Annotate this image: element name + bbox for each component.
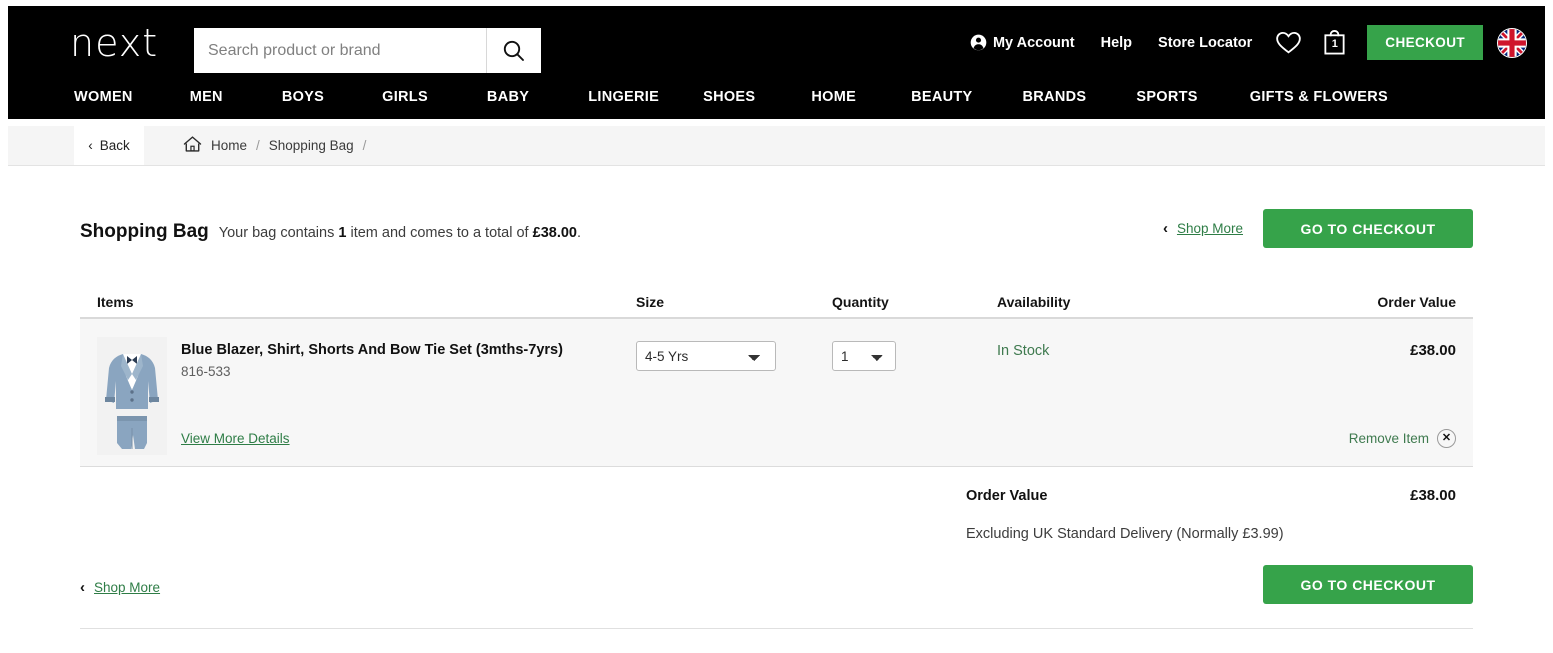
nav-item-girls[interactable]: GIRLS bbox=[382, 83, 428, 111]
nav-item-beauty[interactable]: BEAUTY bbox=[911, 83, 972, 111]
header-checkout-button[interactable]: CHECKOUT bbox=[1367, 25, 1483, 60]
header-top-bar: next Search product or brand My Account … bbox=[8, 6, 1545, 74]
product-cell: Blue Blazer, Shirt, Shorts And Bow Tie S… bbox=[80, 337, 636, 466]
column-header-items: Items bbox=[97, 293, 134, 310]
nav-item-gifts-and-flowers[interactable]: GIFTS & FLOWERS bbox=[1250, 83, 1388, 111]
table-header-row: Items Size Quantity Availability Order V… bbox=[80, 286, 1473, 319]
order-value-row: Order Value £38.00 bbox=[80, 487, 1473, 504]
shopping-bag-button[interactable]: 1 bbox=[1312, 29, 1357, 56]
nav-item-baby[interactable]: BABY bbox=[487, 83, 529, 111]
item-price: £38.00 bbox=[1410, 342, 1456, 359]
bag-summary-prefix: Your bag contains bbox=[218, 225, 339, 241]
bag-header-actions: ‹ Shop More GO TO CHECKOUT bbox=[1163, 209, 1473, 248]
site-header: next Search product or brand My Account … bbox=[8, 6, 1545, 119]
quantity-select[interactable]: 12345 bbox=[832, 341, 896, 371]
chevron-left-icon: ‹ bbox=[1162, 220, 1168, 237]
main-nav: WOMEN MEN BOYS GIRLS BABY LINGERIE SHOES… bbox=[8, 74, 1545, 119]
product-name[interactable]: Blue Blazer, Shirt, Shorts And Bow Tie S… bbox=[181, 341, 636, 360]
column-header-order-value: Order Value bbox=[1377, 293, 1456, 310]
shop-more-link-top[interactable]: ‹ Shop More bbox=[1163, 220, 1243, 237]
nav-item-home[interactable]: HOME bbox=[811, 83, 856, 111]
nav-item-men[interactable]: MEN bbox=[190, 83, 223, 111]
remove-item-button[interactable]: Remove Item ✕ bbox=[1349, 429, 1456, 448]
nav-item-shoes[interactable]: SHOES bbox=[703, 83, 755, 111]
remove-item-label: Remove Item bbox=[1348, 431, 1429, 446]
back-label: Back bbox=[99, 138, 130, 153]
chevron-left-icon: ‹ bbox=[80, 579, 85, 596]
shopping-bag-icon bbox=[1324, 30, 1345, 55]
breadcrumb-item-home[interactable]: Home bbox=[211, 138, 247, 153]
breadcrumb: Home / Shopping Bag / bbox=[183, 126, 366, 165]
wishlist-button[interactable] bbox=[1265, 30, 1312, 55]
product-code: 816-533 bbox=[181, 363, 231, 379]
order-value-label: Order Value bbox=[966, 488, 1048, 504]
back-button[interactable]: ‹ Back bbox=[74, 126, 144, 165]
uk-flag-icon bbox=[1498, 28, 1526, 57]
column-header-availability: Availability bbox=[997, 293, 1071, 310]
heart-icon bbox=[1276, 31, 1302, 54]
help-link[interactable]: Help bbox=[1088, 27, 1145, 59]
bag-footer-actions: ‹ Shop More GO TO CHECKOUT bbox=[80, 565, 1473, 604]
next-logo[interactable]: next bbox=[70, 24, 158, 62]
my-account-label: My Account bbox=[992, 34, 1075, 51]
nav-item-lingerie[interactable]: LINGERIE bbox=[588, 83, 659, 111]
shop-more-label: Shop More bbox=[94, 580, 161, 595]
footer-divider bbox=[80, 628, 1473, 629]
bag-summary-total: £38.00 bbox=[532, 225, 577, 241]
bag-summary-middle: item and comes to a total of bbox=[346, 225, 533, 241]
my-account-link[interactable]: My Account bbox=[957, 27, 1088, 59]
breadcrumb-separator-1: / bbox=[256, 138, 260, 153]
column-header-size: Size bbox=[636, 293, 665, 310]
bag-heading: Shopping Bag Your bag contains 1 item an… bbox=[80, 221, 581, 243]
page-root: next Search product or brand My Account … bbox=[0, 0, 1553, 653]
table-row: Blue Blazer, Shirt, Shorts And Bow Tie S… bbox=[80, 319, 1473, 467]
nav-item-sports[interactable]: SPORTS bbox=[1136, 83, 1197, 111]
store-locator-link[interactable]: Store Locator bbox=[1145, 27, 1265, 59]
order-value-amount: £38.00 bbox=[1410, 487, 1456, 504]
breadcrumb-bar: ‹ Back Home / Shopping Bag / bbox=[8, 126, 1545, 166]
search-bar bbox=[194, 28, 541, 73]
bag-summary-suffix: . bbox=[576, 225, 582, 241]
chevron-left-icon: ‹ bbox=[88, 138, 93, 153]
product-thumbnail[interactable] bbox=[97, 337, 167, 455]
go-to-checkout-button-bottom[interactable]: GO TO CHECKOUT bbox=[1263, 565, 1473, 604]
close-circle-icon: ✕ bbox=[1437, 429, 1456, 448]
user-icon bbox=[970, 34, 987, 51]
shop-more-label: Shop More bbox=[1176, 221, 1243, 236]
nav-item-women[interactable]: WOMEN bbox=[74, 83, 133, 111]
product-image bbox=[99, 338, 165, 454]
search-icon bbox=[503, 40, 524, 61]
delivery-note: Excluding UK Standard Delivery (Normally… bbox=[966, 526, 1284, 542]
bag-items-table: Items Size Quantity Availability Order V… bbox=[80, 286, 1473, 467]
page-title: Shopping Bag bbox=[80, 221, 209, 242]
home-icon[interactable] bbox=[183, 135, 202, 156]
search-input[interactable] bbox=[194, 28, 486, 73]
column-header-quantity: Quantity bbox=[832, 293, 889, 310]
go-to-checkout-button-top[interactable]: GO TO CHECKOUT bbox=[1263, 209, 1473, 248]
header-actions: My Account Help Store Locator 1 CHECKOUT bbox=[957, 25, 1527, 60]
view-more-details-link[interactable]: View More Details bbox=[181, 431, 290, 446]
shop-more-link-bottom[interactable]: ‹ Shop More bbox=[80, 579, 160, 596]
bag-summary: Your bag contains 1 item and comes to a … bbox=[219, 225, 581, 241]
size-select[interactable]: 3-6 Mths6-9 Mths9-12 Mths1-2 Yrs2-3 Yrs3… bbox=[636, 341, 776, 371]
country-selector-button[interactable] bbox=[1497, 27, 1527, 58]
size-cell: 3-6 Mths6-9 Mths9-12 Mths1-2 Yrs2-3 Yrs3… bbox=[636, 337, 832, 466]
breadcrumb-item-shopping-bag[interactable]: Shopping Bag bbox=[269, 138, 354, 153]
nav-item-brands[interactable]: BRANDS bbox=[1023, 83, 1087, 111]
nav-item-boys[interactable]: BOYS bbox=[282, 83, 324, 111]
availability-status: In Stock bbox=[997, 343, 1050, 359]
quantity-cell: 12345 bbox=[832, 337, 997, 466]
breadcrumb-separator-2: / bbox=[362, 138, 367, 153]
order-totals: Order Value £38.00 Excluding UK Standard… bbox=[80, 487, 1473, 542]
order-value-cell: £38.00 Remove Item ✕ bbox=[1327, 337, 1473, 466]
search-button[interactable] bbox=[486, 28, 541, 73]
product-info: Blue Blazer, Shirt, Shorts And Bow Tie S… bbox=[181, 337, 636, 466]
